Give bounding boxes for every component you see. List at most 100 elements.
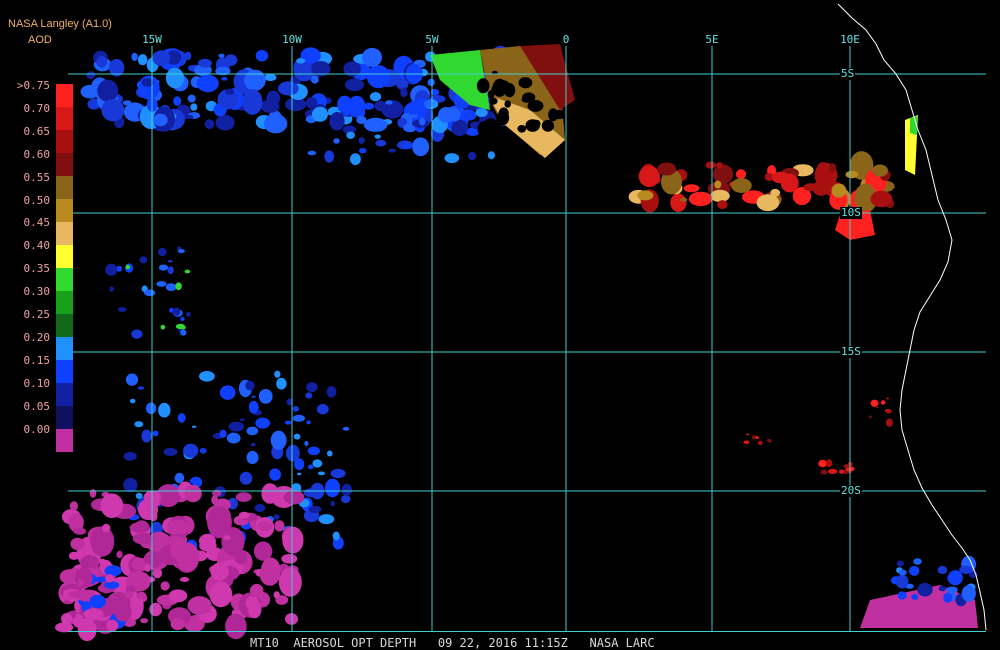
aerosol-patch [947,570,963,586]
aerosol-patch [184,484,202,503]
aerosol-patch [250,583,264,598]
legend-tick: 0.60 [23,147,51,161]
aerosol-patch [680,197,688,202]
aerosol-patch [324,478,341,498]
aerosol-patch [158,247,167,257]
aerosol-patch [221,527,245,556]
aerosol-patch [156,281,167,287]
legend-swatch [56,130,73,153]
longitude-label: 5E [704,33,720,46]
aerosol-patch [83,608,104,621]
aerosol-patch [657,162,677,176]
aerosol-patch [176,542,200,572]
aerosol-patch [296,58,306,64]
aerosol-patch [90,526,115,557]
aerosol-patch [828,468,838,474]
aerosol-patch [358,137,365,144]
aerosol-patch [221,77,228,81]
aerosol-patch [242,89,263,115]
aerosol-patch [710,189,730,202]
aerosol-patch [183,443,199,458]
aerosol-patch [896,560,904,567]
aerosol-patch [943,592,953,603]
aerosol-patch [254,503,266,513]
aerosol-patch [177,249,185,254]
aerosol-patch [89,594,106,609]
aerosol-patch [270,430,287,450]
aerosol-patch [306,420,311,425]
aerosol-patch [717,200,728,210]
aerosol-patch [318,471,325,476]
aerosol-patch [255,50,269,62]
aerosol-patch [831,183,847,198]
longitude-label: 10W [281,33,303,46]
aerosol-patch [137,54,148,66]
aerosol-patch [131,52,138,62]
aerosol-patch [489,97,498,105]
aerosol-patch [180,577,190,582]
aerosol-patch [330,501,335,507]
aerosol-patch [263,114,288,134]
aerosol-patch [239,471,253,485]
aerosol-patch [223,535,231,540]
aerosol-patch [731,178,752,194]
aerosol-patch [341,494,351,504]
aerosol-patch [329,112,345,131]
aerosol-patch [102,523,111,533]
aerosol-patch [264,73,277,82]
aerosol-patch [872,164,888,177]
aerosol-patch [246,450,259,465]
aerosol-patch [278,567,302,597]
legend-swatch [56,199,73,222]
footer-caption: MT10 AEROSOL OPT DEPTH 09 22, 2016 11:15… [250,636,655,650]
aerosol-patch [896,574,909,589]
legend-swatch [56,222,73,245]
aerosol-patch [78,570,91,580]
aerosol-patch [503,83,516,98]
aerosol-patch [292,414,306,422]
aerosol-patch [219,429,227,438]
aerosol-patch [330,468,346,479]
aerosol-patch [114,602,132,622]
aerosol-patch [97,79,119,102]
aerosol-patch [251,395,256,398]
legend-tick: >0.75 [16,79,50,92]
aerosol-patch [158,264,169,271]
aerosol-patch [173,96,182,106]
aerosol-patch [104,565,122,577]
aerosol-patch [172,307,181,316]
aerosol-patch [180,329,187,336]
aerosol-patch [312,106,328,122]
aerosol-patch [134,421,144,428]
aerosol-patch [261,483,279,504]
aerosol-patch [771,171,790,184]
aerosol-patch [77,618,97,642]
aerosol-patch [204,119,215,130]
aerosol-patch [175,282,182,291]
aerosol-patch [758,440,763,446]
aerosol-patch [839,469,845,474]
aerosol-patch [225,613,247,640]
aerosol-patch [292,406,300,412]
aerosol-patch [137,386,145,390]
aerosol-patch [913,558,922,565]
aerosol-patch [144,289,156,297]
aerosol-patch [746,433,749,436]
aerosol-patch [177,413,186,423]
aerosol-patch [310,75,319,84]
aerosol-patch [163,494,173,501]
aerosol-patch [316,404,329,415]
aerosol-patch [871,178,883,190]
aerosol-patch [412,137,430,157]
aerosol-patch [307,446,320,456]
aerosol-patch [670,193,687,212]
aerosol-patch [106,619,119,632]
aerosol-patch [381,121,388,125]
aerosol-patch [184,269,191,274]
aerosol-patch [527,100,544,112]
aerosol-patch [828,163,837,172]
aerosol-patch [129,398,136,404]
aerosol-patch [886,418,893,427]
aerosol-patch [347,95,366,118]
aerosol-patch [129,522,150,533]
